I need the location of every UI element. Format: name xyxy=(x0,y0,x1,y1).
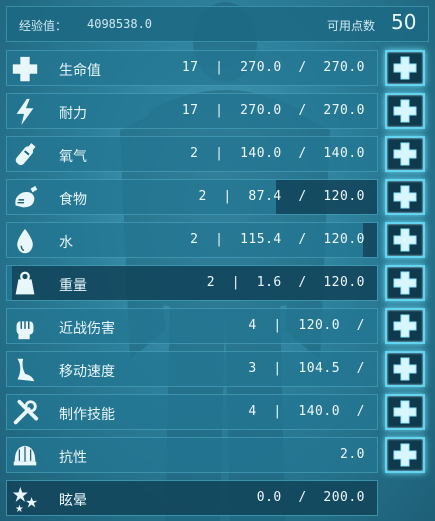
stat-name: 生命值 xyxy=(59,63,101,79)
stat-name: 近战伤害 xyxy=(59,321,115,337)
stat-row-11: 眩晕 0.0 / 200.0 xyxy=(6,480,378,516)
stat-values: 2 | 140.0 / 140.0 xyxy=(190,146,365,161)
stat-row-1: 生命值 17 | 270.0 / 270.0 xyxy=(6,50,378,86)
add-point-button[interactable] xyxy=(385,179,425,215)
stat-row-4: 食物 2 | 87.4 / 120.0 xyxy=(6,179,378,215)
available-points-label: 可用点数 xyxy=(327,19,376,33)
stat-name: 水 xyxy=(59,235,73,251)
plus-icon xyxy=(393,185,417,209)
melee-fist-icon xyxy=(9,311,41,343)
fortitude-helmet-icon xyxy=(9,440,41,472)
add-point-button[interactable] xyxy=(385,394,425,430)
stamina-lightning-icon xyxy=(9,96,41,128)
stat-values: 0.0 / 200.0 xyxy=(256,490,365,505)
stat-empty-portion xyxy=(363,223,377,257)
add-point-button[interactable] xyxy=(385,265,425,301)
add-point-button[interactable] xyxy=(385,437,425,473)
stat-row-7: 近战伤害 4 | 120.0 / xyxy=(6,308,378,344)
health-cross-icon xyxy=(9,53,41,85)
add-point-button[interactable] xyxy=(385,93,425,129)
plus-icon xyxy=(393,271,417,295)
add-point-button[interactable] xyxy=(385,222,425,258)
stat-row-8: 移动速度 3 | 104.5 / xyxy=(6,351,378,387)
add-point-button[interactable] xyxy=(385,136,425,172)
stat-name: 移动速度 xyxy=(59,364,115,380)
stat-row-3: 氧气 2 | 140.0 / 140.0 xyxy=(6,136,378,172)
stat-values: 3 | 104.5 / xyxy=(248,361,365,376)
crafting-tools-icon xyxy=(9,397,41,429)
plus-icon xyxy=(393,228,417,252)
stat-name: 耐力 xyxy=(59,106,87,122)
stat-name: 食物 xyxy=(59,192,87,208)
stat-row-10: 抗性 2.0 xyxy=(6,437,378,473)
stat-row-9: 制作技能 4 | 140.0 / xyxy=(6,394,378,430)
xp-value: 4098538.0 xyxy=(87,17,153,31)
stat-name: 眩晕 xyxy=(59,493,87,509)
stat-name: 制作技能 xyxy=(59,407,115,423)
stat-values: 2 | 1.6 / 120.0 xyxy=(206,275,365,290)
stat-values: 2 | 87.4 / 120.0 xyxy=(198,189,365,204)
food-drumstick-icon xyxy=(9,182,41,214)
stat-values: 2 | 115.4 / 120.0 xyxy=(190,232,365,247)
plus-icon xyxy=(393,400,417,424)
plus-icon xyxy=(393,357,417,381)
water-drop-icon xyxy=(9,225,41,257)
oxygen-tank-icon xyxy=(9,139,41,171)
experience-header: 经验值： 4098538.0 可用点数 50 xyxy=(6,6,429,42)
add-point-button[interactable] xyxy=(385,351,425,387)
plus-icon xyxy=(393,443,417,467)
stat-name: 抗性 xyxy=(59,450,87,466)
available-points-value: 50 xyxy=(391,10,417,34)
stat-name: 氧气 xyxy=(59,149,87,165)
plus-icon xyxy=(393,142,417,166)
xp-label: 经验值： xyxy=(19,19,68,33)
weight-icon xyxy=(9,268,41,300)
stat-values: 4 | 140.0 / xyxy=(248,404,365,419)
stat-values: 17 | 270.0 / 270.0 xyxy=(181,60,365,75)
stat-row-5: 水 2 | 115.4 / 120.0 xyxy=(6,222,378,258)
stat-row-2: 耐力 17 | 270.0 / 270.0 xyxy=(6,93,378,129)
plus-icon xyxy=(393,314,417,338)
plus-icon xyxy=(393,99,417,123)
movement-speed-icon xyxy=(9,354,41,386)
torpor-stars-icon xyxy=(9,483,41,515)
stat-values: 4 | 120.0 / xyxy=(248,318,365,333)
stat-values: 2.0 xyxy=(340,447,365,462)
add-point-button[interactable] xyxy=(385,308,425,344)
plus-icon xyxy=(393,56,417,80)
stat-values: 17 | 270.0 / 270.0 xyxy=(181,103,365,118)
stat-name: 重量 xyxy=(59,278,87,294)
add-point-button[interactable] xyxy=(385,50,425,86)
stat-row-6: 重量 2 | 1.6 / 120.0 xyxy=(6,265,378,301)
